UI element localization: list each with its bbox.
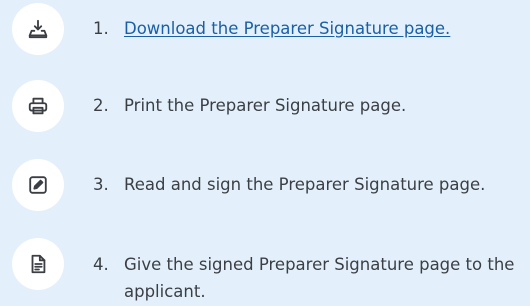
steps-list: 1. Download the Preparer Signature page.… bbox=[0, 0, 530, 306]
download-icon bbox=[27, 18, 49, 40]
step-text: Download the Preparer Signature page. bbox=[124, 15, 524, 42]
document-icon bbox=[27, 253, 49, 275]
edit-icon-circle bbox=[12, 159, 64, 211]
step-number: 4. bbox=[93, 255, 109, 274]
download-icon-circle bbox=[12, 3, 64, 55]
step-text: Read and sign the Preparer Signature pag… bbox=[124, 175, 486, 194]
step-text: Give the signed Preparer Signature page … bbox=[124, 255, 515, 301]
step-number: 3. bbox=[93, 175, 109, 194]
edit-icon bbox=[27, 174, 49, 196]
download-preparer-signature-link[interactable]: Download the Preparer Signature page. bbox=[124, 19, 450, 38]
printer-icon bbox=[27, 95, 49, 117]
step-number: 2. bbox=[93, 96, 109, 115]
printer-icon-circle bbox=[12, 80, 64, 132]
step-text: Print the Preparer Signature page. bbox=[124, 96, 407, 115]
document-icon-circle bbox=[12, 238, 64, 290]
step-number: 1. bbox=[93, 19, 109, 38]
